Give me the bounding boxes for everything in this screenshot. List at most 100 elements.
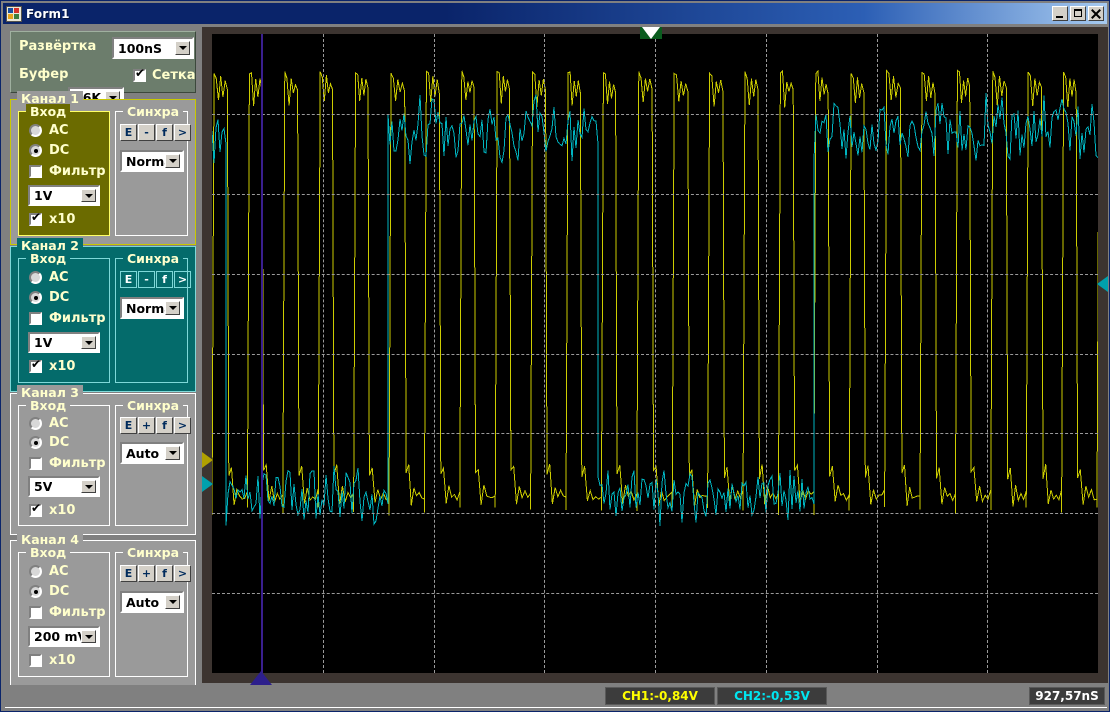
channel-1-input-group: Вход AC DC Фильтр 1V ✔ x10 (18, 104, 110, 236)
channel-3-x10-checkbox[interactable] (29, 502, 42, 517)
channel-2-sync-label: Синхра (123, 251, 184, 266)
channel-2-range-select[interactable]: 1V (28, 332, 100, 353)
channel-1-sync-btn-filter[interactable]: f (156, 124, 173, 141)
chevron-down-icon[interactable] (165, 154, 180, 168)
application-window: Form1 Развёртка 100nS Буфер 16K ✔ Сетка … (0, 0, 1110, 712)
channel-3-dc-radio[interactable] (29, 436, 42, 449)
chevron-down-icon[interactable] (81, 336, 96, 349)
sweep-select[interactable]: 100nS (112, 37, 194, 59)
chevron-down-icon[interactable] (165, 446, 180, 460)
grid-line-vertical (434, 34, 435, 673)
channel-1-ac-radio[interactable] (29, 124, 42, 137)
channel-2-level-marker[interactable] (202, 476, 213, 492)
chevron-down-icon[interactable] (81, 480, 96, 493)
channel-4-sync-mode-select[interactable]: Auto (120, 591, 184, 613)
form-icon (6, 5, 22, 22)
channel-4-sync-group: Синхра E + f > Auto (115, 545, 191, 677)
channel-2-dc-radio[interactable] (29, 291, 42, 304)
window-title: Form1 (26, 6, 70, 21)
channel-4-sync-btn-filter[interactable]: f (156, 565, 173, 582)
waveform-plot[interactable] (212, 34, 1098, 673)
chevron-down-icon[interactable] (165, 301, 180, 315)
grid-line-vertical (766, 34, 767, 673)
channel-2-input-group: Вход AC DC Фильтр 1V ✔ x10 (18, 251, 110, 383)
channel-3-sync-label: Синхра (123, 398, 184, 413)
channel-3-sync-mode-select[interactable]: Auto (120, 442, 184, 464)
channel-3-range-value: 5V (34, 479, 53, 494)
channel-4-sync-mode-value: Auto (126, 594, 160, 610)
channel-3-panel: Канал 3 Вход AC DC Фильтр 5V ✔ x10 Синхр… (10, 385, 196, 535)
channel-4-x10-label: x10 (49, 653, 76, 668)
channel-2-x10-checkbox[interactable] (29, 358, 42, 373)
channel-3-x10-label: x10 (49, 503, 76, 518)
channel-1-sync-mode-select[interactable]: Normal (120, 150, 184, 172)
status-bar: CH1:-0,84V CH2:-0,53V 927,57nS (5, 685, 1107, 709)
channel-4-range-select[interactable]: 200 mV (28, 626, 100, 647)
minimize-icon[interactable] (1052, 6, 1068, 21)
channel-1-sync-btn-slope[interactable]: - (138, 124, 155, 141)
channel-3-input-label: Вход (26, 398, 71, 413)
status-divider (5, 707, 1107, 710)
channel-3-sync-btn-edge[interactable]: E (120, 417, 137, 434)
channel-2-panel: Канал 2 Вход AC DC Фильтр 1V ✔ x10 Синхр… (10, 238, 196, 392)
channel-1-panel: Канал 1 Вход AC DC Фильтр 1V ✔ x10 Синхр… (10, 91, 196, 245)
channel-4-sync-btn-more[interactable]: > (174, 565, 191, 582)
time-cursor-line[interactable] (261, 34, 263, 673)
channel-4-filter-label: Фильтр (49, 605, 106, 620)
channel-3-sync-btn-filter[interactable]: f (156, 417, 173, 434)
channel-2-right-marker[interactable] (1097, 276, 1108, 292)
channel-4-sync-btn-edge[interactable]: E (120, 565, 137, 582)
channel-1-sync-group: Синхра E - f > Normal (115, 104, 191, 236)
close-icon[interactable] (1088, 6, 1104, 21)
channel-4-dc-radio[interactable] (29, 585, 42, 598)
chevron-down-icon[interactable] (165, 595, 180, 609)
trigger-arrow-icon (642, 27, 660, 39)
channel-4-filter-checkbox[interactable] (29, 606, 42, 619)
channel-1-filter-checkbox[interactable] (29, 165, 42, 178)
chevron-down-icon[interactable] (175, 41, 190, 55)
grid-line-vertical (323, 34, 324, 673)
channel-2-filter-checkbox[interactable] (29, 312, 42, 325)
channel-2-range-value: 1V (34, 335, 53, 350)
scope-display[interactable] (202, 27, 1108, 685)
channel-1-range-value: 1V (34, 188, 53, 203)
channel-1-sync-btn-more[interactable]: > (174, 124, 191, 141)
channel-1-level-marker[interactable] (202, 452, 213, 468)
channel-1-sync-btn-edge[interactable]: E (120, 124, 137, 141)
channel-1-dc-radio[interactable] (29, 144, 42, 157)
channel-3-filter-checkbox[interactable] (29, 457, 42, 470)
chevron-down-icon[interactable] (81, 630, 96, 643)
channel-2-ac-radio[interactable] (29, 271, 42, 284)
maximize-icon[interactable] (1070, 6, 1086, 21)
window-controls (1052, 6, 1104, 21)
status-ch2-readout: CH2:-0,53V (717, 687, 827, 705)
channel-1-sync-label: Синхра (123, 104, 184, 119)
channel-2-sync-mode-select[interactable]: Normal (120, 297, 184, 319)
channel-4-panel: Канал 4 Вход AC DC Фильтр 200 mV x10 Син… (10, 532, 196, 686)
grid-label: Сетка (152, 68, 196, 83)
channel-1-ac-label: AC (49, 123, 69, 138)
channel-3-range-select[interactable]: 5V (28, 476, 100, 497)
channel-2-sync-btn-edge[interactable]: E (120, 271, 137, 288)
channel-1-range-select[interactable]: 1V (28, 185, 100, 206)
timebase-panel: Развёртка 100nS Буфер 16K Сетка (10, 31, 196, 108)
channel-4-sync-btn-slope[interactable]: + (138, 565, 155, 582)
channel-2-sync-btn-slope[interactable]: - (138, 271, 155, 288)
channel-3-sync-btn-more[interactable]: > (174, 417, 191, 434)
channel-2-sync-btn-filter[interactable]: f (156, 271, 173, 288)
time-cursor-marker[interactable] (250, 671, 272, 685)
chevron-down-icon[interactable] (81, 189, 96, 202)
channel-3-ac-radio[interactable] (29, 417, 42, 430)
status-ch1-readout: CH1:-0,84V (605, 687, 715, 705)
channel-2-filter-label: Фильтр (49, 311, 106, 326)
buffer-label: Буфер (19, 67, 69, 82)
trigger-position-marker[interactable] (640, 27, 662, 39)
channel-2-sync-btn-more[interactable]: > (174, 271, 191, 288)
channel-4-ac-radio[interactable] (29, 565, 42, 578)
channel-4-x10-checkbox[interactable] (29, 654, 42, 667)
channel-3-sync-btn-slope[interactable]: + (138, 417, 155, 434)
grid-checkbox[interactable] (133, 67, 146, 82)
channel-4-dc-label: DC (49, 584, 70, 599)
channel-1-x10-checkbox[interactable] (29, 211, 42, 226)
grid-line-vertical (987, 34, 988, 673)
